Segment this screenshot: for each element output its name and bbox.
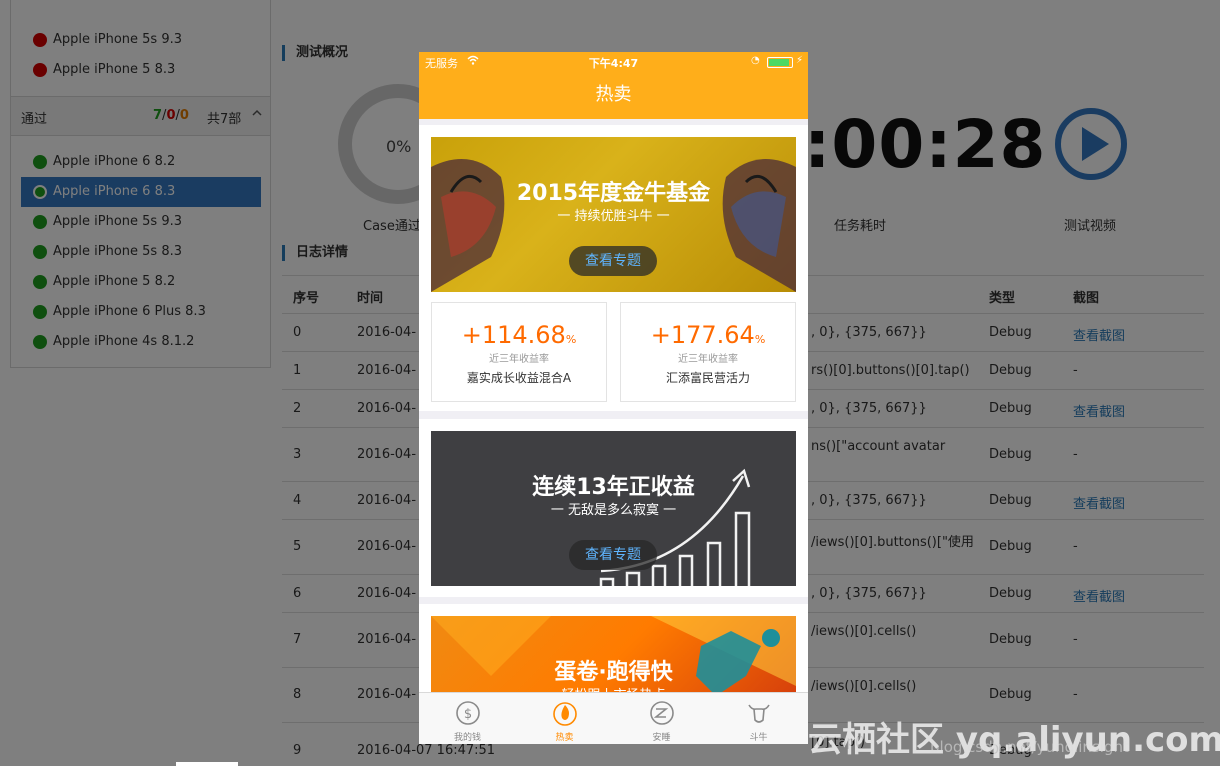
fund-name: 汇添富民营活力	[665, 371, 750, 385]
fund-return: +177.64	[650, 321, 755, 349]
fund-return-label: 近三年收益率	[678, 354, 738, 365]
egg-roll-card: 蛋卷·跑得快 一 轻松跟上市场热点 一	[419, 604, 808, 706]
banner-title: 2015年度金牛基金	[516, 181, 711, 206]
positive-return-banner[interactable]: 连续13年正收益 一 无敌是多么寂寞 一 查看专题	[431, 431, 796, 586]
flame-icon	[553, 702, 577, 726]
fund-name: 嘉实成长收益混合A	[466, 371, 572, 385]
tab-label: 斗牛	[749, 733, 768, 743]
fund-return: +114.68	[461, 321, 566, 349]
banner-subtitle: 一 无敌是多么寂寞 一	[550, 503, 677, 518]
fund-card[interactable]: +114.68% 近三年收益率 嘉实成长收益混合A	[431, 302, 607, 402]
tab-label: 我的钱	[453, 733, 481, 743]
phone-tab-bar: $ 我的钱 热卖 安睡 斗牛	[419, 692, 808, 744]
tab-my-money[interactable]: $ 我的钱	[419, 693, 516, 744]
tab-hot-sale[interactable]: 热卖	[516, 693, 613, 744]
svg-text:$: $	[464, 707, 472, 722]
ios-status-bar: 无服务 下午4:47 ◔ ⚡	[419, 52, 808, 72]
fund-return-label: 近三年收益率	[489, 354, 549, 365]
rotation-lock-icon: ◔	[751, 55, 760, 66]
golden-bull-banner[interactable]: 2015年度金牛基金 一 持续优胜斗牛 一 查看专题	[431, 137, 796, 292]
view-topic-button[interactable]: 查看专题	[569, 246, 657, 276]
fund-award-card: 2015年度金牛基金 一 持续优胜斗牛 一 查看专题 +114.68% 近三年收…	[419, 125, 808, 411]
positive-return-card: 连续13年正收益 一 无敌是多么寂寞 一 查看专题	[419, 419, 808, 597]
bull-icon	[748, 704, 770, 723]
banner-title: 连续13年正收益	[532, 475, 695, 500]
nav-title: 热卖	[419, 72, 808, 119]
money-icon: $	[456, 701, 480, 725]
charging-icon: ⚡	[796, 55, 804, 66]
status-clock: 下午4:47	[588, 57, 639, 70]
tab-sleep[interactable]: 安睡	[613, 693, 710, 744]
phone-screenshot-modal: 无服务 下午4:47 ◔ ⚡ 热卖 2015年度金牛基金 一 持续优胜斗牛 一 …	[419, 52, 808, 744]
sleep-icon	[650, 701, 674, 725]
tab-bull[interactable]: 斗牛	[710, 693, 807, 744]
banner-title: 蛋卷·跑得快	[554, 660, 673, 685]
banner-subtitle: 一 持续优胜斗牛 一	[557, 209, 670, 224]
tab-label: 安睡	[652, 733, 671, 743]
watermark-url: blog.csdn.net/yunqiinsight	[930, 738, 1129, 756]
view-topic-button[interactable]: 查看专题	[569, 540, 657, 570]
tab-label: 热卖	[555, 733, 574, 743]
fund-card[interactable]: +177.64% 近三年收益率 汇添富民营活力	[620, 302, 796, 402]
scroll-indicator	[176, 762, 238, 766]
battery-icon	[767, 57, 793, 68]
